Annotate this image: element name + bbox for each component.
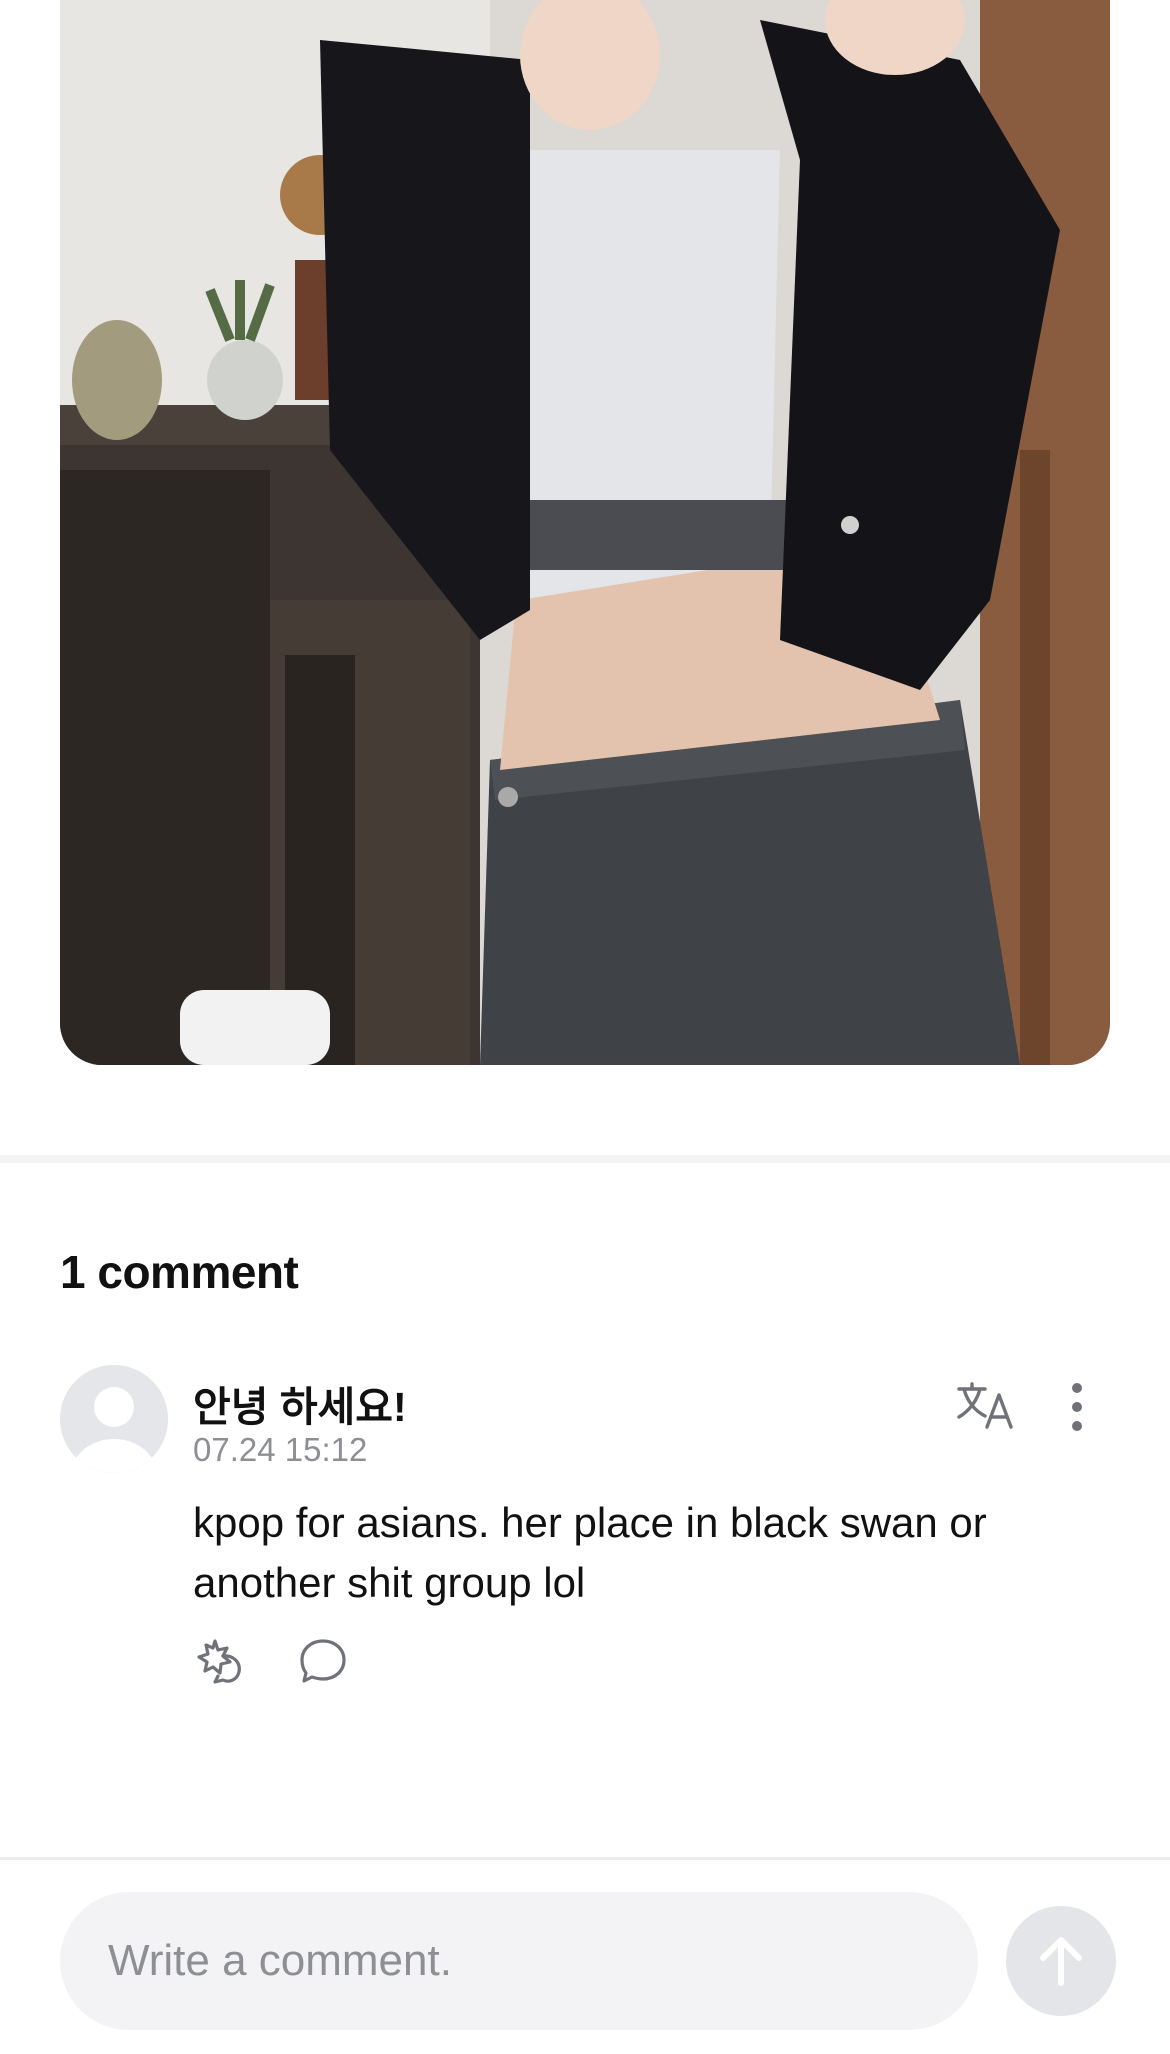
composer-divider <box>0 1857 1170 1860</box>
post-photo-illustration <box>60 0 1110 1065</box>
more-options-button[interactable] <box>1060 1379 1094 1435</box>
sticker-react-icon[interactable] <box>193 1635 245 1687</box>
post-image[interactable] <box>60 0 1110 1065</box>
translate-button[interactable] <box>953 1377 1019 1435</box>
more-vertical-icon <box>1072 1383 1082 1431</box>
comment-timestamp: 07.24 15:12 <box>193 1431 368 1468</box>
post-detail-page: 1 comment 안녕 하세요! 07.24 15:12 kpop for a… <box>0 0 1170 2054</box>
comment-input[interactable] <box>60 1892 978 2030</box>
reply-bubble-icon[interactable] <box>297 1635 349 1687</box>
send-button[interactable] <box>1006 1906 1116 2016</box>
avatar[interactable] <box>60 1365 168 1473</box>
comment-count-heading: 1 comment <box>60 1246 299 1298</box>
comment-body: kpop for asians. her place in black swan… <box>193 1499 987 1606</box>
section-divider <box>0 1155 1170 1163</box>
arrow-up-icon <box>1040 1937 1082 1986</box>
comment-actions <box>193 1635 349 1687</box>
comment-author[interactable]: 안녕 하세요! <box>193 1373 407 1433</box>
translate-icon <box>957 1382 1013 1429</box>
default-avatar-icon <box>60 1365 168 1473</box>
